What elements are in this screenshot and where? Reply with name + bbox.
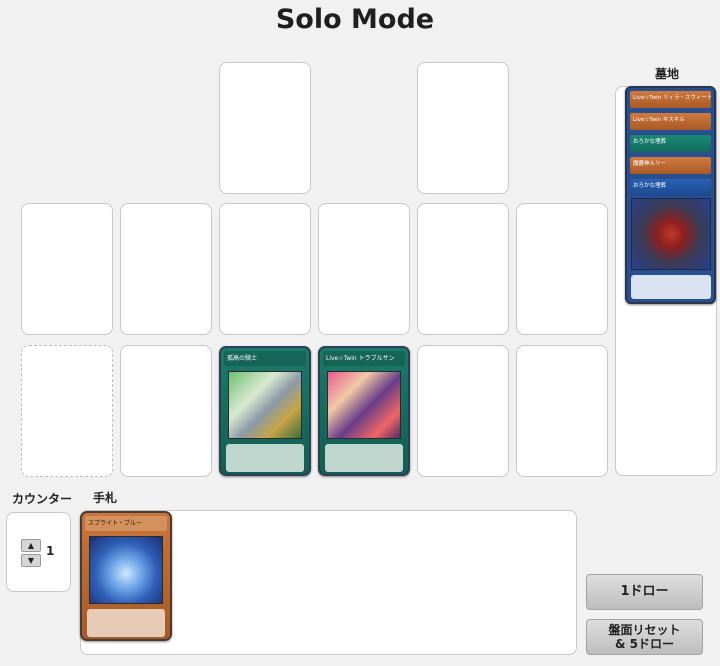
deck-zone[interactable]: [21, 345, 113, 477]
counter-decrement-button[interactable]: ▼: [21, 554, 41, 567]
graveyard-label: 墓地: [655, 67, 680, 81]
draw-one-button[interactable]: 1ドロー: [586, 574, 703, 610]
hand-label: 手札: [93, 491, 118, 505]
card-text-box: [226, 444, 304, 472]
graveyard-card-top[interactable]: おろかな埋葬: [630, 179, 711, 196]
graveyard-card[interactable]: Live☆Twin キスキル: [630, 113, 711, 130]
monster-zone-2[interactable]: [219, 203, 311, 335]
spell-zone-1[interactable]: [120, 345, 212, 477]
card-text-box: [630, 275, 711, 299]
card-text-box: [325, 444, 403, 472]
hand-card[interactable]: スプライト・ブルー: [80, 511, 172, 641]
counter-label: カウンター: [12, 492, 73, 506]
card-text-box: [87, 609, 165, 637]
monster-zone-1[interactable]: [120, 203, 212, 335]
graveyard-card-stack[interactable]: Live☆Twin リィラ・スウィート Live☆Twin キスキル おろかな埋…: [625, 86, 716, 304]
card-artwork: [228, 371, 302, 439]
extra-monster-zone-right[interactable]: [417, 62, 509, 194]
reset-and-draw-five-button[interactable]: 盤面リセット & 5ドロー: [586, 619, 703, 655]
spell-zone-5[interactable]: [516, 345, 608, 477]
graveyard-card[interactable]: Live☆Twin リィラ・スウィート: [630, 91, 711, 108]
card-name: 孤高の騎士: [224, 351, 306, 366]
graveyard-card[interactable]: おろかな埋葬: [630, 135, 711, 152]
counter-increment-button[interactable]: ▲: [21, 539, 41, 552]
spell-zone-4[interactable]: [417, 345, 509, 477]
monster-zone-3[interactable]: [318, 203, 410, 335]
card-name: スプライト・ブルー: [85, 516, 167, 531]
page-title: Solo Mode: [275, 4, 435, 35]
card-artwork: [89, 536, 163, 604]
counter-value[interactable]: 1: [46, 544, 54, 558]
counter-stepper[interactable]: ▲ ▼: [21, 539, 43, 569]
field-card-spell-1[interactable]: 孤高の騎士: [219, 346, 311, 476]
field-zone[interactable]: [21, 203, 113, 335]
graveyard-card[interactable]: 魔轟神ルリー: [630, 157, 711, 174]
card-artwork: [630, 198, 711, 270]
counter-panel: ▲ ▼ 1: [6, 512, 71, 592]
card-name: Live☆Twin トラブルサン: [323, 351, 405, 366]
extra-monster-zone-left[interactable]: [219, 62, 311, 194]
field-card-spell-2[interactable]: Live☆Twin トラブルサン: [318, 346, 410, 476]
monster-zone-4[interactable]: [417, 203, 509, 335]
card-artwork: [327, 371, 401, 439]
monster-zone-5[interactable]: [516, 203, 608, 335]
